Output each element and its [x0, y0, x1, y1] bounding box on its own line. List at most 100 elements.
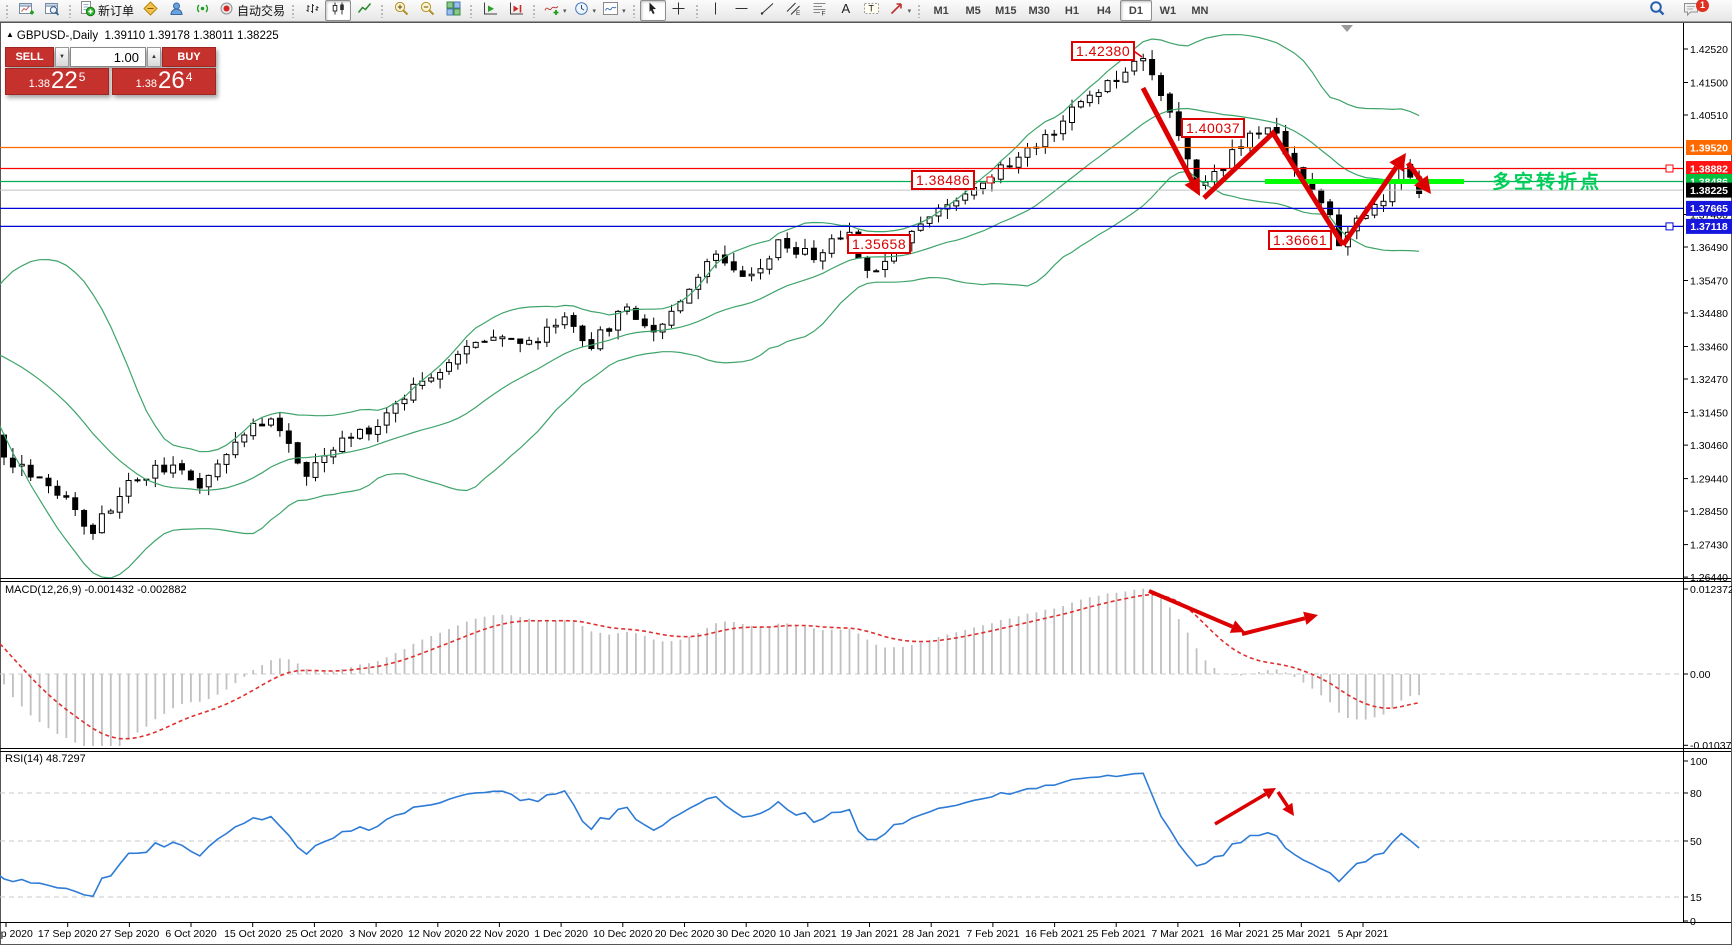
- collapse-icon[interactable]: ▲: [6, 30, 14, 39]
- volume-input[interactable]: 1.00: [70, 47, 146, 67]
- toolbar-templates-button[interactable]: ▾: [599, 0, 629, 21]
- toolbar-indicators-button[interactable]: ▾: [540, 0, 570, 21]
- toolbar-horizontal-line-button[interactable]: [729, 0, 755, 21]
- toolbar-group-handle[interactable]: [68, 4, 73, 18]
- annotation-anchor-square[interactable]: [987, 177, 993, 183]
- toolbar-text-label-button[interactable]: T: [859, 0, 885, 21]
- price-tick-label: 1.28450: [1690, 506, 1728, 518]
- toolbar-arrows-button[interactable]: ▾: [885, 0, 915, 21]
- timeframe-h1-button[interactable]: H1: [1056, 0, 1088, 21]
- toolbar-fibonacci-button[interactable]: F: [807, 0, 833, 21]
- timeframe-d1-button[interactable]: D1: [1120, 0, 1152, 21]
- timeframe-m30-button[interactable]: M30: [1023, 0, 1056, 21]
- sell-price-button[interactable]: 1.38225: [5, 68, 109, 95]
- price-tick-label: 1.40510: [1690, 110, 1728, 122]
- toolbar-autotrading-button[interactable]: 自动交易: [215, 0, 288, 21]
- toolbar-trend-line-button[interactable]: [755, 0, 781, 21]
- timeframe-w1-button[interactable]: W1: [1152, 0, 1184, 21]
- rsi-tick-label: 50: [1690, 836, 1702, 848]
- chevron-down-icon: ▾: [622, 7, 626, 15]
- autotrading-icon: [218, 0, 235, 22]
- buy-price-button[interactable]: 1.38264: [112, 68, 216, 95]
- timeframe-m5-button[interactable]: M5: [957, 0, 989, 21]
- text-label-icon: T: [863, 0, 880, 22]
- toolbar-signals-button[interactable]: [189, 0, 215, 21]
- toolbar-group-handle[interactable]: [291, 4, 296, 18]
- chat-button[interactable]: 1: [1678, 0, 1704, 21]
- date-tick-label: 1 Dec 2020: [534, 928, 588, 940]
- toolbar-cursor-button[interactable]: [640, 0, 666, 21]
- line-chart-icon: [356, 0, 373, 22]
- toolbar-group-handle[interactable]: [5, 4, 10, 18]
- date-tick-label: 25 Oct 2020: [286, 928, 343, 940]
- toolbar-group-handle[interactable]: [532, 4, 537, 18]
- chart-canvas[interactable]: 1.425201.415001.405101.374801.364901.354…: [0, 0, 1732, 945]
- toolbar-group-handle[interactable]: [695, 4, 700, 18]
- price-annotation[interactable]: 1.42380: [1071, 41, 1135, 61]
- buy-price-big: 26: [158, 69, 185, 93]
- volume-decrease-button[interactable]: ▼: [55, 47, 69, 67]
- candle-chart-icon: [330, 0, 347, 22]
- svg-text:T: T: [869, 3, 875, 13]
- price-annotation[interactable]: 1.35658: [847, 234, 911, 254]
- buy-button[interactable]: BUY: [162, 47, 216, 67]
- metaeditor-icon: [142, 0, 159, 22]
- date-tick-label: 20 Dec 2020: [655, 928, 715, 940]
- toolbar-auto-scroll-button[interactable]: [477, 0, 503, 21]
- toolbar-group-handle[interactable]: [917, 4, 922, 18]
- toolbar-group-handle[interactable]: [469, 4, 474, 18]
- toolbar-vertical-line-button[interactable]: [703, 0, 729, 21]
- toolbar-new-order-button[interactable]: 新订单: [76, 0, 137, 21]
- chevron-down-icon: ▾: [563, 7, 567, 15]
- price-badge-label: 1.38882: [1690, 163, 1728, 175]
- chevron-down-icon: ▾: [593, 7, 597, 15]
- sell-button[interactable]: SELL: [5, 47, 54, 67]
- arrows-icon: [888, 0, 905, 22]
- toolbar-text-button[interactable]: A: [833, 0, 859, 21]
- text-icon: A: [837, 0, 854, 22]
- toolbar-chart-shift-button[interactable]: [503, 0, 529, 21]
- price-tick-label: 1.32470: [1690, 374, 1728, 386]
- auto-scroll-icon: [482, 0, 499, 22]
- toolbar-line-chart-button[interactable]: [351, 0, 377, 21]
- toolbar-new-chart-button[interactable]: [13, 0, 39, 21]
- volume-increase-button[interactable]: ▲: [147, 47, 161, 67]
- date-tick-label: 28 Jan 2021: [902, 928, 960, 940]
- toolbar-metaeditor-button[interactable]: [137, 0, 163, 21]
- price-tick-label: 1.36490: [1690, 242, 1728, 254]
- chart-shift-icon: [508, 0, 525, 22]
- toolbar-group-handle[interactable]: [632, 4, 637, 18]
- timeframe-m1-button[interactable]: M1: [925, 0, 957, 21]
- toolbar-tile-windows-button[interactable]: [440, 0, 466, 21]
- timeframe-h4-button[interactable]: H4: [1088, 0, 1120, 21]
- toolbar-profiles-button[interactable]: [39, 0, 65, 21]
- price-annotation[interactable]: 1.36661: [1268, 230, 1332, 250]
- buy-price-sup: 4: [186, 70, 193, 84]
- toolbar-candle-chart-button[interactable]: [325, 0, 351, 21]
- toolbar-equidistant-channel-button[interactable]: E: [781, 0, 807, 21]
- toolbar-crosshair-button[interactable]: [666, 0, 692, 21]
- search-button[interactable]: [1644, 0, 1670, 21]
- price-badge-label: 1.37118: [1690, 221, 1728, 233]
- profiles-icon: [44, 0, 61, 22]
- toolbar-group-handle[interactable]: [380, 4, 385, 18]
- toolbar-community-button[interactable]: [163, 0, 189, 21]
- symbol-title: ▲GBPUSD-,Daily 1.39110 1.39178 1.38011 1…: [6, 30, 279, 42]
- turning-point-label[interactable]: 多空转折点: [1492, 167, 1602, 194]
- date-tick-label: 15 Oct 2020: [224, 928, 281, 940]
- zoom-in-icon: [393, 0, 410, 22]
- macd-tick-label: 0.012372: [1690, 584, 1732, 596]
- price-tick-label: 1.31450: [1690, 407, 1728, 419]
- periods-icon: [573, 0, 590, 22]
- timeframe-m15-button[interactable]: M15: [989, 0, 1022, 21]
- toolbar-zoom-in-button[interactable]: [388, 0, 414, 21]
- price-annotation[interactable]: 1.38486: [911, 170, 975, 190]
- price-annotation[interactable]: 1.40037: [1181, 118, 1245, 138]
- toolbar-zoom-out-button[interactable]: [414, 0, 440, 21]
- macd-tick-label: 0.00: [1690, 669, 1711, 681]
- toolbar-periods-button[interactable]: ▾: [570, 0, 600, 21]
- toolbar-bar-chart-button[interactable]: [299, 0, 325, 21]
- price-tick-label: 1.29440: [1690, 473, 1728, 485]
- timeframe-mn-button[interactable]: MN: [1184, 0, 1216, 21]
- fibonacci-icon: F: [811, 0, 828, 22]
